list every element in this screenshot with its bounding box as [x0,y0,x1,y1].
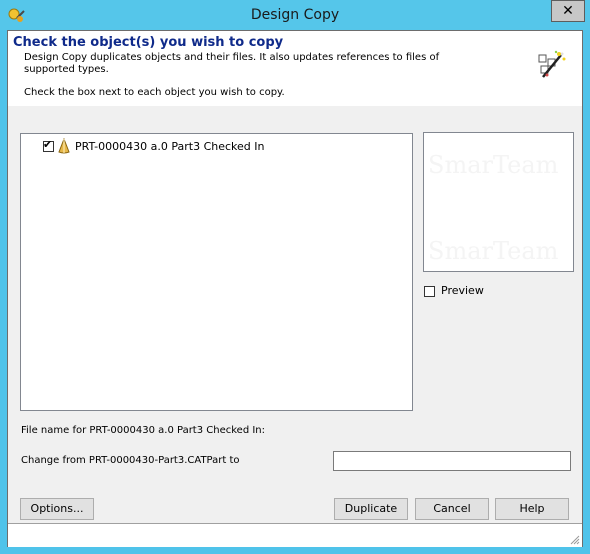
window-title: Design Copy [250,7,340,23]
tree-item[interactable]: ✔ PRT-0000430 a.0 Part3 Checked In [43,138,265,154]
header-instruction: Check the box next to each object you wi… [24,87,285,98]
change-from-label: Change from PRT-0000430-Part3.CATPart to [21,455,240,466]
header-description: Design Copy duplicates objects and their… [24,52,440,75]
resize-grip-icon[interactable] [570,535,580,545]
magic-wand-icon [538,50,566,78]
checkmark-icon: ✔ [43,137,53,151]
wizard-header: Check the object(s) you wish to copy Des… [8,31,582,106]
cancel-button[interactable]: Cancel [415,498,489,520]
cone-part-icon [58,138,70,154]
watermark-bottom: SmarTeam [428,237,559,265]
new-file-name-input[interactable] [333,451,571,471]
preview-checkbox[interactable] [424,286,435,297]
preview-label: Preview [441,284,484,297]
title-bar[interactable]: Design Copy ✕ [0,0,590,30]
dialog-client-area: Check the object(s) you wish to copy Des… [7,30,583,547]
header-title: Check the object(s) you wish to copy [13,35,284,50]
options-button[interactable]: Options... [20,498,94,520]
tree-item-checkbox[interactable]: ✔ [43,137,54,152]
help-button[interactable]: Help [495,498,569,520]
file-name-label: File name for PRT-0000430 a.0 Part3 Chec… [21,425,266,436]
preview-pane: SmarTeam SmarTeam [423,132,574,272]
status-bar [8,523,582,547]
watermark-top: SmarTeam [428,151,559,179]
duplicate-button[interactable]: Duplicate [334,498,408,520]
close-button[interactable]: ✕ [551,0,585,22]
object-tree[interactable]: ✔ PRT-0000430 a.0 Part3 Checked In [20,133,413,411]
design-copy-window: Design Copy ✕ Check the object(s) you wi… [0,0,590,554]
tree-item-label: PRT-0000430 a.0 Part3 Checked In [75,139,265,153]
close-icon: ✕ [562,3,574,19]
